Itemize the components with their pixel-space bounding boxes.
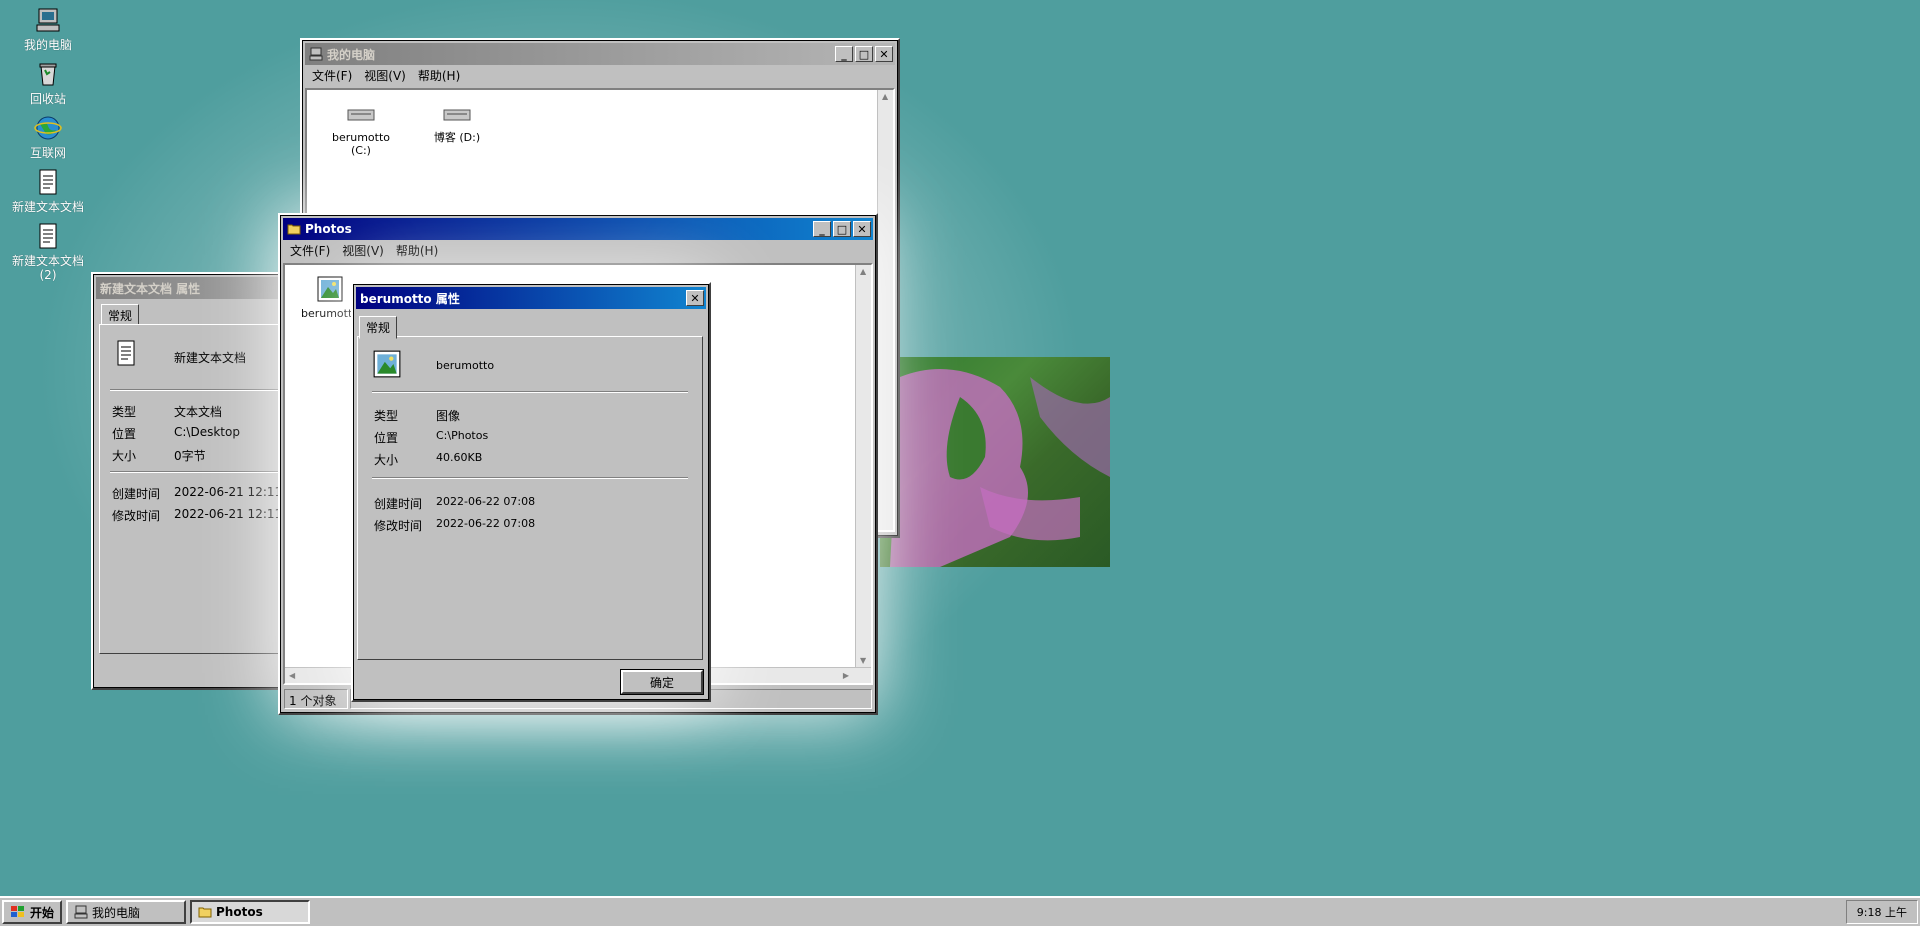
start-button[interactable]: 开始 — [2, 900, 63, 924]
modified-label: 修改时间 — [374, 519, 423, 533]
file-name: 新建文本文档 — [174, 351, 247, 365]
status-object-count: 1 个对象 — [284, 689, 348, 709]
created-label: 创建时间 — [374, 497, 423, 511]
window-title: 我的电脑 — [327, 47, 376, 62]
close-button[interactable]: ✕ — [875, 46, 893, 62]
properties-titlebar[interactable]: berumotto 属性 ✕ — [356, 287, 706, 309]
maximize-button[interactable]: □ — [833, 221, 851, 237]
window-title: berumotto 属性 — [360, 291, 460, 306]
desktop-icon-text-document-2[interactable]: 新建文本文档 (2) — [0, 222, 96, 282]
image-properties-window: berumotto 属性 ✕ 常规 berumotto 类型 图像 位置 C:\… — [351, 282, 711, 702]
menu-help[interactable]: 帮助(H) — [412, 67, 466, 84]
size-label: 大小 — [112, 449, 137, 463]
hard-drive-icon — [347, 109, 375, 121]
task-label: Photos — [216, 905, 263, 919]
menu-view[interactable]: 视图(V) — [336, 242, 390, 259]
menubar: 文件(F) 视图(V) 帮助(H) — [280, 240, 876, 260]
tab-general[interactable]: 常规 — [101, 304, 140, 326]
recycle-bin-icon — [39, 63, 57, 86]
location-label: 位置 — [112, 427, 137, 441]
vertical-scrollbar[interactable]: ▲ ▼ — [855, 265, 871, 683]
desktop-icon-label: 互联网 — [29, 146, 66, 160]
location-value: C:\Desktop — [174, 425, 240, 439]
text-document-icon — [117, 340, 135, 366]
task-label: 我的电脑 — [92, 905, 141, 920]
maximize-button[interactable]: □ — [855, 46, 873, 62]
drive-label: 博客 (D:) — [433, 131, 481, 144]
folder-icon — [287, 224, 301, 235]
created-value: 2022-06-21 12:11 — [174, 485, 283, 499]
image-file-icon — [317, 276, 343, 302]
desktop-icon-my-computer[interactable]: 我的电脑 — [0, 6, 96, 52]
menu-help[interactable]: 帮助(H) — [390, 242, 444, 259]
text-document-icon — [39, 223, 57, 249]
task-photos[interactable]: Photos — [190, 900, 311, 924]
type-value: 文本文档 — [174, 405, 223, 419]
folder-icon — [198, 907, 212, 918]
type-value: 图像 — [436, 409, 461, 423]
created-value: 2022-06-22 07:08 — [436, 495, 536, 508]
created-label: 创建时间 — [112, 487, 161, 501]
drive-c[interactable]: berumotto (C:) — [321, 108, 401, 157]
drive-d[interactable]: 博客 (D:) — [417, 108, 497, 144]
drive-letter: (C:) — [351, 144, 371, 157]
size-label: 大小 — [374, 453, 399, 467]
computer-icon — [74, 905, 88, 919]
size-value: 0字节 — [174, 449, 206, 463]
tab-general[interactable]: 常规 — [359, 316, 398, 339]
location-label: 位置 — [374, 431, 399, 445]
image-preview — [880, 357, 1110, 567]
system-tray: 9:18 上午 — [1845, 900, 1918, 924]
modified-value: 2022-06-22 07:08 — [436, 517, 536, 530]
vertical-scrollbar[interactable]: ▲ — [877, 90, 893, 530]
desktop-icon-internet[interactable]: 互联网 — [0, 114, 96, 160]
start-label: 开始 — [30, 905, 55, 920]
minimize-button[interactable]: _ — [813, 221, 831, 237]
desktop-icon-text-document[interactable]: 新建文本文档 — [0, 168, 96, 214]
desktop-icon-label: 我的电脑 — [23, 38, 72, 52]
computer-icon — [309, 47, 323, 61]
image-file-icon — [373, 350, 401, 378]
desktop-icon-label: 新建文本文档 — [11, 200, 84, 214]
close-button[interactable]: ✕ — [853, 221, 871, 237]
task-my-computer[interactable]: 我的电脑 — [66, 900, 187, 924]
ok-button[interactable]: 确定 — [621, 670, 703, 694]
text-document-icon — [39, 169, 57, 195]
modified-label: 修改时间 — [112, 509, 161, 523]
window-title: Photos — [305, 222, 352, 236]
drive-label: berumotto — [331, 131, 391, 144]
general-panel: berumotto 类型 图像 位置 C:\Photos 大小 40.60KB … — [357, 336, 703, 660]
location-value: C:\Photos — [436, 429, 489, 442]
desktop-icon-recycle-bin[interactable]: 回收站 — [0, 60, 96, 106]
menubar: 文件(F) 视图(V) 帮助(H) — [302, 65, 898, 85]
file-name: berumotto — [436, 359, 495, 372]
illustration-graphic — [890, 369, 1110, 567]
clock[interactable]: 9:18 上午 — [1857, 904, 1907, 920]
photos-titlebar[interactable]: Photos _ □ ✕ — [283, 218, 873, 240]
size-value: 40.60KB — [436, 451, 483, 464]
modified-value: 2022-06-21 12:11 — [174, 507, 283, 521]
minimize-button[interactable]: _ — [835, 46, 853, 62]
computer-icon — [36, 8, 60, 32]
desktop-icon-label: 回收站 — [29, 92, 66, 106]
hard-drive-icon — [443, 109, 471, 121]
my-computer-titlebar[interactable]: 我的电脑 _ □ ✕ — [305, 43, 895, 65]
menu-file[interactable]: 文件(F) — [284, 242, 336, 259]
type-label: 类型 — [112, 405, 137, 419]
taskbar: 开始 我的电脑 Photos 9:18 上午 — [0, 896, 1920, 926]
close-button[interactable]: ✕ — [686, 290, 704, 306]
internet-icon — [34, 116, 62, 140]
windows-logo-icon — [11, 906, 24, 917]
menu-file[interactable]: 文件(F) — [306, 67, 358, 84]
desktop-icon-label: 新建文本文档 — [11, 254, 84, 268]
menu-view[interactable]: 视图(V) — [358, 67, 412, 84]
desktop-icon-label-suffix: (2) — [39, 268, 57, 282]
type-label: 类型 — [374, 409, 399, 423]
